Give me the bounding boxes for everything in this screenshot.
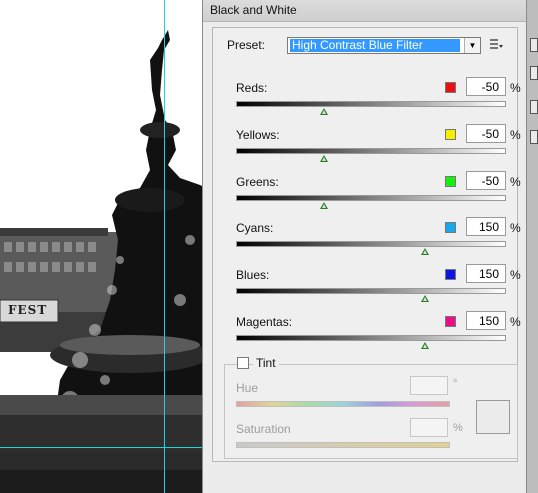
color-swatch xyxy=(445,82,456,93)
tint-checkbox[interactable] xyxy=(237,357,249,369)
saturation-slider[interactable] xyxy=(236,442,450,448)
color-slider-track[interactable] xyxy=(236,194,506,201)
panel-tab[interactable] xyxy=(530,100,538,114)
percent-unit: % xyxy=(510,221,521,236)
color-slider-label: Cyans: xyxy=(236,221,274,236)
preset-value: High Contrast Blue Filter xyxy=(290,39,460,52)
percent-unit: % xyxy=(510,174,521,189)
color-swatch xyxy=(445,269,456,281)
color-value-field[interactable]: -50 xyxy=(466,77,506,96)
slider-thumb-icon[interactable] xyxy=(421,248,429,256)
color-slider-row: Magentas: 150% xyxy=(203,311,528,361)
color-slider-track[interactable] xyxy=(236,241,506,248)
panel-edge-strip xyxy=(527,0,538,493)
hue-slider[interactable] xyxy=(236,401,450,407)
color-value-field[interactable]: 150 xyxy=(466,311,506,330)
color-value-field[interactable]: 150 xyxy=(466,264,506,284)
slider-thumb-icon[interactable] xyxy=(421,295,429,303)
saturation-unit: % xyxy=(453,422,463,434)
slider-thumb-icon[interactable] xyxy=(320,154,329,162)
panel-tab[interactable] xyxy=(530,38,538,52)
color-slider-track[interactable] xyxy=(236,147,506,154)
hue-unit: ° xyxy=(453,378,458,390)
horizontal-guide[interactable] xyxy=(0,447,210,448)
black-and-white-dialog: Black and White Preset: High Contrast Bl… xyxy=(202,0,527,493)
slider-thumb-icon[interactable] xyxy=(421,342,429,349)
saturation-field[interactable] xyxy=(410,418,448,437)
percent-unit: % xyxy=(510,268,521,283)
saturation-label: Saturation xyxy=(236,422,291,436)
color-slider-label: Reds: xyxy=(236,81,268,95)
color-value-field[interactable]: -50 xyxy=(466,123,506,143)
color-value-field[interactable]: -50 xyxy=(466,170,506,190)
percent-unit: % xyxy=(510,81,521,95)
list-menu-icon[interactable] xyxy=(489,38,503,53)
sign-text: FEST xyxy=(8,303,48,317)
color-slider-row: Cyans: 150% xyxy=(203,217,528,267)
preset-label: Preset: xyxy=(227,38,266,52)
panel-tab[interactable] xyxy=(530,66,538,80)
color-slider-row: Yellows: -50% xyxy=(203,123,528,174)
color-slider-label: Blues: xyxy=(236,268,270,283)
color-swatch xyxy=(445,316,456,327)
canvas-bottom-edge xyxy=(0,470,210,493)
preset-dropdown[interactable]: High Contrast Blue Filter ▼ xyxy=(287,37,481,54)
percent-unit: % xyxy=(510,127,521,142)
dialog-titlebar[interactable]: Black and White xyxy=(203,0,526,22)
color-value-field[interactable]: 150 xyxy=(466,217,506,237)
color-slider-track[interactable] xyxy=(236,335,506,341)
color-slider-track[interactable] xyxy=(236,101,506,107)
color-slider-label: Greens: xyxy=(236,174,279,189)
slider-thumb-icon[interactable] xyxy=(320,108,329,115)
document-canvas[interactable]: FEST xyxy=(0,0,210,493)
color-swatch xyxy=(445,128,456,140)
hue-label: Hue xyxy=(236,381,259,395)
chevron-down-icon[interactable]: ▼ xyxy=(464,38,480,53)
color-swatch xyxy=(445,222,456,234)
color-slider-track[interactable] xyxy=(236,288,506,295)
hue-field[interactable] xyxy=(410,376,448,395)
color-slider-row: Reds: -50% xyxy=(203,77,528,127)
vertical-guide[interactable] xyxy=(164,0,165,493)
color-slider-row: Blues: 150% xyxy=(203,264,528,314)
color-swatch xyxy=(445,175,456,187)
tint-color-preview[interactable] xyxy=(476,400,510,434)
color-slider-label: Yellows: xyxy=(236,127,280,142)
fountain-photo xyxy=(0,0,210,493)
percent-unit: % xyxy=(510,315,521,329)
slider-thumb-icon[interactable] xyxy=(320,201,329,209)
panel-tab[interactable] xyxy=(530,130,538,144)
color-slider-label: Magentas: xyxy=(236,315,293,329)
tint-label: Tint xyxy=(253,356,279,370)
dialog-title: Black and White xyxy=(210,3,297,17)
color-slider-row: Greens: -50% xyxy=(203,170,528,221)
